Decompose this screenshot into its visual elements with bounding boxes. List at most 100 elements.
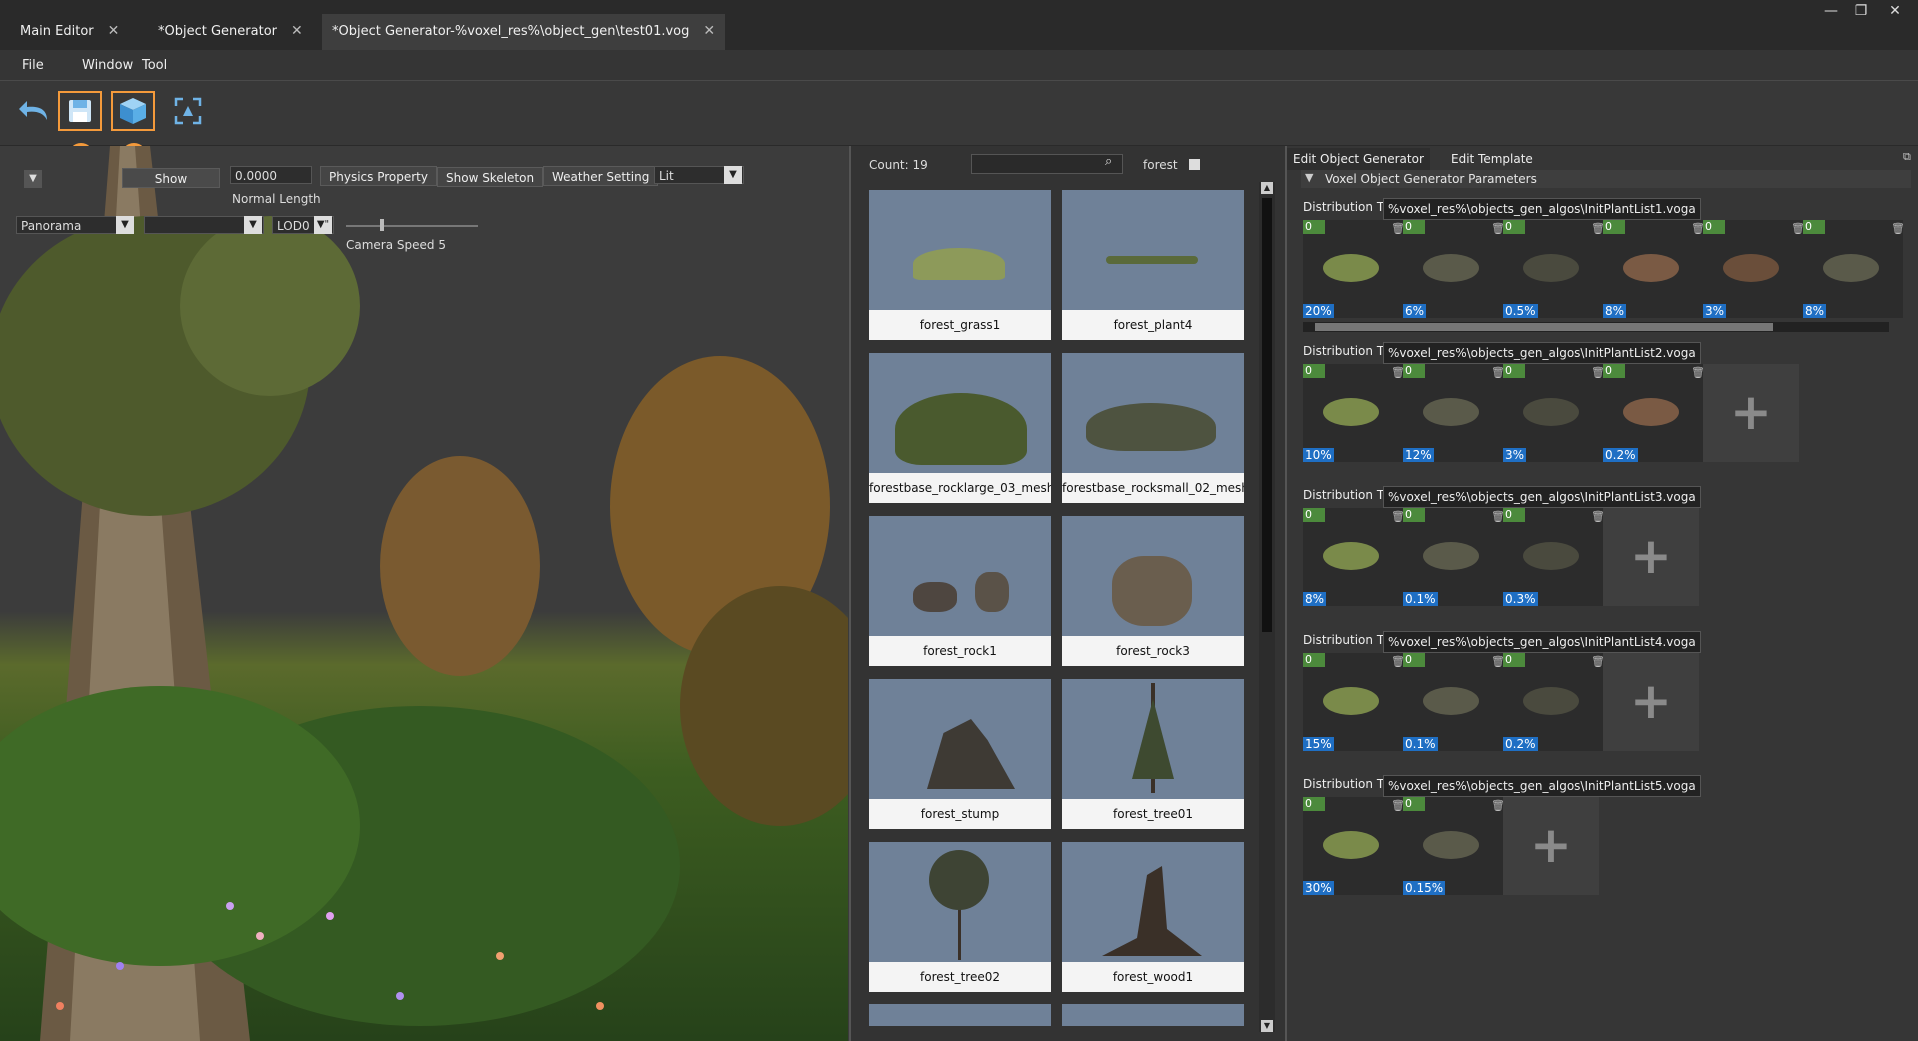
object-slot[interactable]: 0 🗑 0.15% xyxy=(1403,797,1505,895)
slot-count[interactable]: 0 xyxy=(1603,220,1625,234)
slot-count[interactable]: 0 xyxy=(1403,797,1425,811)
object-slot[interactable]: 0 🗑 8% xyxy=(1603,220,1705,318)
save-button[interactable] xyxy=(58,91,102,131)
object-slot[interactable]: 0 🗑 20% xyxy=(1303,220,1405,318)
generate-object-button[interactable] xyxy=(111,91,155,131)
object-slot[interactable]: 0 🗑 0.2% xyxy=(1603,364,1705,462)
dock-icon[interactable]: ⧉ xyxy=(1903,150,1911,164)
slot-count[interactable]: 0 xyxy=(1703,220,1725,234)
slot-count[interactable]: 0 xyxy=(1303,653,1325,667)
camera-speed-slider-handle[interactable] xyxy=(380,219,384,231)
close-icon[interactable]: ✕ xyxy=(108,14,120,48)
asset-card[interactable]: forest_tree02 xyxy=(869,842,1051,992)
chevron-down-icon[interactable]: ▼ xyxy=(724,166,742,184)
chevron-down-icon[interactable]: ▼" xyxy=(314,216,332,234)
close-icon[interactable]: ✕ xyxy=(291,14,303,48)
slot-percentage[interactable]: 6% xyxy=(1403,304,1427,318)
scroll-down-icon[interactable]: ▼ xyxy=(1261,1020,1273,1032)
asset-card-partial[interactable] xyxy=(869,1004,1051,1026)
filter-checkbox[interactable] xyxy=(1189,159,1200,170)
asset-scrollbar[interactable]: ▲ ▼ xyxy=(1259,182,1275,1032)
group-path-field[interactable]: %voxel_res%\objects_gen_algos\InitPlantL… xyxy=(1383,775,1701,797)
object-slot[interactable]: 0 🗑 8% xyxy=(1803,220,1905,318)
slot-count[interactable]: 0 xyxy=(1303,508,1325,522)
tab-object-generator[interactable]: *Object Generator ✕ xyxy=(148,14,313,50)
slot-count[interactable]: 0 xyxy=(1503,653,1525,667)
slot-percentage[interactable]: 8% xyxy=(1803,304,1827,318)
slot-percentage[interactable]: 8% xyxy=(1303,592,1327,606)
group-path-field[interactable]: %voxel_res%\objects_gen_algos\InitPlantL… xyxy=(1383,198,1701,220)
slot-count[interactable]: 0 xyxy=(1403,653,1425,667)
viewport-menu-toggle[interactable]: ▼ xyxy=(24,170,42,188)
object-slot[interactable]: 0 🗑 3% xyxy=(1703,220,1805,318)
restore-button[interactable]: ❐ xyxy=(1846,0,1876,22)
slot-percentage[interactable]: 15% xyxy=(1303,737,1334,751)
slot-count[interactable]: 0 xyxy=(1303,797,1325,811)
scroll-up-icon[interactable]: ▲ xyxy=(1261,182,1273,194)
camera-speed-slider[interactable] xyxy=(346,225,478,227)
group-path-field[interactable]: %voxel_res%\objects_gen_algos\InitPlantL… xyxy=(1383,631,1701,653)
asset-card[interactable]: forest_plant4 xyxy=(1062,190,1244,340)
object-slot[interactable]: 0 🗑 3% xyxy=(1503,364,1605,462)
slot-percentage[interactable]: 0.15% xyxy=(1403,881,1446,895)
asset-search-input[interactable] xyxy=(971,154,1123,174)
menu-window[interactable]: Window xyxy=(82,58,133,73)
menu-tool[interactable]: Tool xyxy=(142,58,167,73)
physics-property-button[interactable]: Physics Property xyxy=(320,166,437,186)
object-slot[interactable]: 0 🗑 6% xyxy=(1403,220,1505,318)
asset-card[interactable]: forest_tree01 xyxy=(1062,679,1244,829)
tab-main-editor[interactable]: Main Editor ✕ xyxy=(10,14,129,50)
tab-edit-template[interactable]: Edit Template xyxy=(1445,148,1539,170)
slot-percentage[interactable]: 0.2% xyxy=(1603,448,1638,462)
slot-percentage[interactable]: 0.3% xyxy=(1503,592,1538,606)
asset-card[interactable]: forest_rock1 xyxy=(869,516,1051,666)
object-slot[interactable]: 0 🗑 0.1% xyxy=(1403,508,1505,606)
object-slot[interactable]: 0 🗑 0.5% xyxy=(1503,220,1605,318)
object-slot[interactable]: 0 🗑 0.1% xyxy=(1403,653,1505,751)
slot-percentage[interactable]: 30% xyxy=(1303,881,1334,895)
close-window-button[interactable]: ✕ xyxy=(1880,0,1910,22)
asset-card[interactable]: forest_stump xyxy=(869,679,1051,829)
normal-length-field[interactable]: 0.0000 xyxy=(230,166,312,184)
show-skeleton-button[interactable]: Show Skeleton xyxy=(437,167,544,187)
slot-percentage[interactable]: 8% xyxy=(1603,304,1627,318)
slot-count[interactable]: 0 xyxy=(1503,220,1525,234)
asset-card[interactable]: forest_rock3 xyxy=(1062,516,1244,666)
chevron-down-icon[interactable]: ▼ xyxy=(244,216,262,234)
scene-viewport[interactable]: ▼ Show 0.0000 Normal Length Physics Prop… xyxy=(0,146,848,1041)
slot-percentage[interactable]: 0.1% xyxy=(1403,737,1438,751)
slot-count[interactable]: 0 xyxy=(1403,508,1425,522)
collapse-arrow-icon[interactable]: ▼ xyxy=(1305,171,1313,184)
add-slot-button[interactable]: + xyxy=(1503,797,1599,895)
weather-setting-button[interactable]: Weather Setting xyxy=(543,166,659,186)
slot-count[interactable]: 0 xyxy=(1303,220,1325,234)
group-path-field[interactable]: %voxel_res%\objects_gen_algos\InitPlantL… xyxy=(1383,342,1701,364)
object-slot[interactable]: 0 🗑 30% xyxy=(1303,797,1405,895)
object-slot[interactable]: 0 🗑 12% xyxy=(1403,364,1505,462)
asset-card[interactable]: forest_wood1 xyxy=(1062,842,1244,992)
show-button[interactable]: Show xyxy=(122,168,220,188)
close-icon[interactable]: ✕ xyxy=(703,14,715,48)
slot-percentage[interactable]: 20% xyxy=(1303,304,1334,318)
object-slot[interactable]: 0 🗑 15% xyxy=(1303,653,1405,751)
asset-card[interactable]: forest_grass1 xyxy=(869,190,1051,340)
slot-count[interactable]: 0 xyxy=(1503,508,1525,522)
slot-percentage[interactable]: 0.1% xyxy=(1403,592,1438,606)
slot-percentage[interactable]: 0.5% xyxy=(1503,304,1538,318)
slot-count[interactable]: 0 xyxy=(1403,364,1425,378)
slot-count[interactable]: 0 xyxy=(1503,364,1525,378)
scrollbar-thumb[interactable] xyxy=(1315,323,1773,331)
add-slot-button[interactable]: + xyxy=(1603,653,1699,751)
object-slot[interactable]: 0 🗑 10% xyxy=(1303,364,1405,462)
asset-card[interactable]: forestbase_rocklarge_03_mesh xyxy=(869,353,1051,503)
object-slot[interactable]: 0 🗑 8% xyxy=(1303,508,1405,606)
object-slot[interactable]: 0 🗑 0.2% xyxy=(1503,653,1605,751)
slot-count[interactable]: 0 xyxy=(1403,220,1425,234)
slot-percentage[interactable]: 3% xyxy=(1703,304,1727,318)
slot-count[interactable]: 0 xyxy=(1803,220,1825,234)
menu-file[interactable]: File xyxy=(22,58,44,73)
slot-percentage[interactable]: 12% xyxy=(1403,448,1434,462)
horizontal-scrollbar[interactable] xyxy=(1303,322,1889,332)
undo-button[interactable] xyxy=(12,91,56,131)
add-slot-button[interactable]: + xyxy=(1703,364,1799,462)
